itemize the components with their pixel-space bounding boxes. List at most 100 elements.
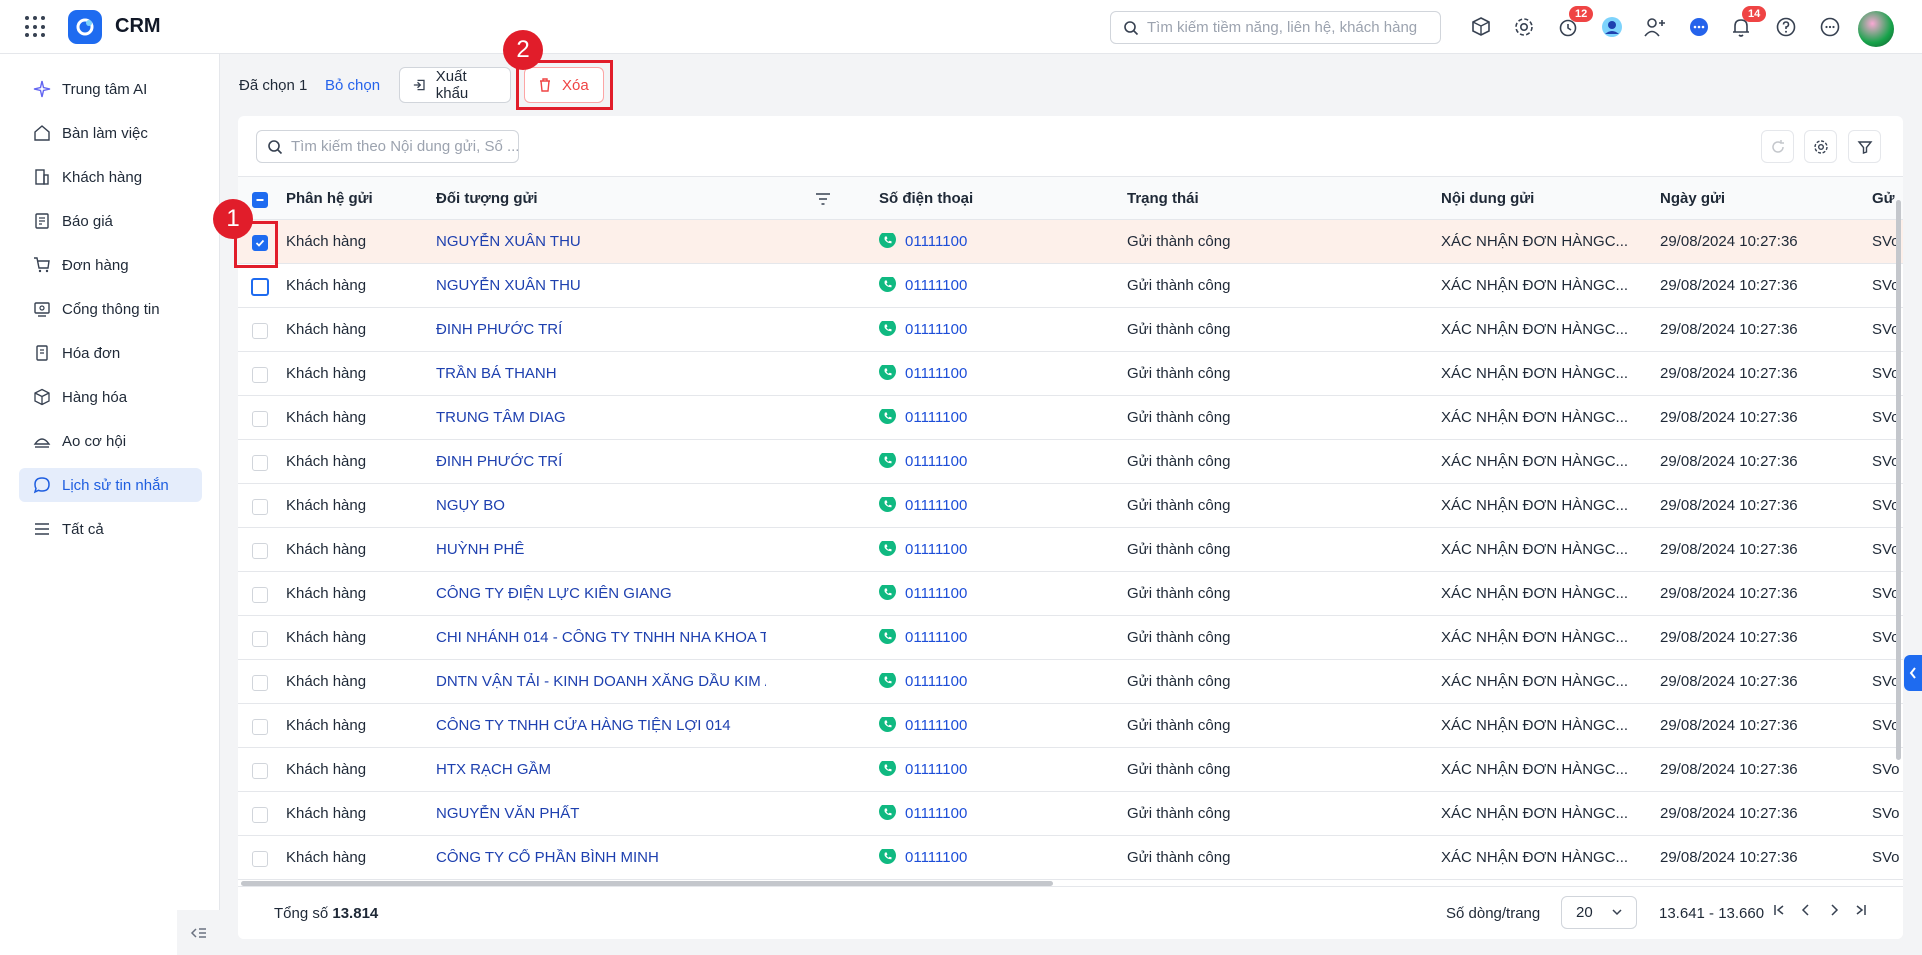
refresh-icon[interactable] — [1761, 130, 1794, 163]
phone-call-icon[interactable] — [879, 233, 896, 248]
phone-number[interactable]: 01111100 — [905, 409, 967, 426]
cell-target[interactable]: CÔNG TY TNHH CỬA HÀNG TIỆN LỢI 014 — [436, 717, 766, 734]
cell-target[interactable]: TRẦN BÁ THANH — [436, 365, 766, 382]
sidebar-item-opportunities[interactable]: Ao cơ hội — [19, 424, 202, 458]
sidebar-item-all[interactable]: Tất cả — [19, 512, 202, 546]
cell-target[interactable]: CÔNG TY ĐIỆN LỰC KIÊN GIANG — [436, 585, 766, 602]
table-search-input[interactable]: Tìm kiếm theo Nội dung gửi, Số ... — [256, 130, 519, 163]
previous-page-icon[interactable] — [1799, 903, 1813, 922]
phone-number[interactable]: 01111100 — [905, 365, 967, 382]
cell-target[interactable]: HUỲNH PHÊ — [436, 541, 766, 558]
sidebar-item-portal[interactable]: Cổng thông tin — [19, 292, 202, 326]
cell-target[interactable]: DNTN VẬN TẢI - KINH DOANH XĂNG DẦU KIM Á… — [436, 673, 766, 690]
table-row[interactable]: Khách hàng CÔNG TY CỔ PHẦN BÌNH MINH 01111… — [238, 836, 1903, 880]
more-options-icon[interactable] — [1817, 14, 1843, 40]
expand-panel-icon[interactable] — [1904, 655, 1922, 691]
phone-number[interactable]: 01111100 — [905, 717, 967, 734]
table-row[interactable]: Khách hàng ĐINH PHƯỚC TRÍ 01111100 Gửi thàn… — [238, 308, 1903, 352]
phone-call-icon[interactable] — [879, 673, 896, 688]
phone-call-icon[interactable] — [879, 409, 896, 424]
cell-target[interactable]: TRUNG TÂM DIAG — [436, 409, 766, 426]
phone-call-icon[interactable] — [879, 497, 896, 512]
cell-phone[interactable]: 01111100 — [879, 277, 967, 294]
row-checkbox[interactable] — [252, 763, 268, 779]
cell-phone[interactable]: 01111100 — [879, 673, 967, 690]
phone-call-icon[interactable] — [879, 277, 896, 292]
phone-call-icon[interactable] — [879, 365, 896, 380]
cell-phone[interactable]: 01111100 — [879, 453, 967, 470]
cell-target[interactable]: NGUYỄN VĂN PHẤT — [436, 805, 766, 822]
sidebar-item-message-history[interactable]: Lịch sử tin nhắn — [19, 468, 202, 502]
table-row[interactable]: Khách hàng NGUYỄN XUÂN THU 01111100 Gửi thà… — [238, 220, 1903, 264]
app-launcher-icon[interactable] — [25, 16, 47, 38]
column-date[interactable]: Ngày gửi — [1660, 190, 1725, 207]
sidebar-item-workspace[interactable]: Bàn làm việc — [19, 116, 202, 150]
phone-number[interactable]: 01111100 — [905, 497, 967, 514]
phone-call-icon[interactable] — [879, 849, 896, 864]
row-checkbox[interactable] — [252, 675, 268, 691]
phone-call-icon[interactable] — [879, 805, 896, 820]
phone-call-icon[interactable] — [879, 453, 896, 468]
user-avatar[interactable] — [1858, 11, 1894, 47]
column-sender[interactable]: Gử — [1872, 190, 1895, 207]
table-row[interactable]: Khách hàng HTX RẠCH GẦM 01111100 Gửi thành … — [238, 748, 1903, 792]
global-search-input[interactable]: Tìm kiếm tiềm năng, liên hệ, khách hàng — [1110, 11, 1441, 44]
cell-phone[interactable]: 01111100 — [879, 629, 967, 646]
phone-call-icon[interactable] — [879, 761, 896, 776]
cell-phone[interactable]: 01111100 — [879, 321, 967, 338]
row-checkbox[interactable] — [252, 367, 268, 383]
phone-number[interactable]: 01111100 — [905, 585, 967, 602]
cell-target[interactable]: ĐINH PHƯỚC TRÍ — [436, 453, 766, 470]
cell-phone[interactable]: 01111100 — [879, 365, 967, 382]
cell-phone[interactable]: 01111100 — [879, 541, 967, 558]
cell-phone[interactable]: 01111100 — [879, 233, 967, 250]
row-checkbox[interactable] — [252, 851, 268, 867]
phone-number[interactable]: 01111100 — [905, 673, 967, 690]
row-checkbox[interactable] — [252, 411, 268, 427]
row-checkbox[interactable] — [251, 278, 269, 296]
first-page-icon[interactable] — [1772, 903, 1786, 922]
cell-phone[interactable]: 01111100 — [879, 805, 967, 822]
cell-phone[interactable]: 01111100 — [879, 761, 967, 778]
phone-call-icon[interactable] — [879, 717, 896, 732]
sidebar-item-quotes[interactable]: Báo giá — [19, 204, 202, 238]
table-row[interactable]: Khách hàng CÔNG TY ĐIỆN LỰC KIÊN GIANG 011… — [238, 572, 1903, 616]
rows-per-page-select[interactable]: 20 — [1561, 896, 1637, 929]
sidebar-item-orders[interactable]: Đơn hàng — [19, 248, 202, 282]
row-checkbox[interactable] — [252, 499, 268, 515]
sidebar-item-ai-center[interactable]: Trung tâm AI — [19, 72, 202, 106]
settings-gear-icon[interactable] — [1511, 14, 1537, 40]
phone-call-icon[interactable] — [879, 541, 896, 556]
cell-target[interactable]: NGUYỄN XUÂN THU — [436, 277, 766, 294]
row-checkbox[interactable] — [252, 807, 268, 823]
deselect-link[interactable]: Bỏ chọn — [325, 77, 380, 94]
column-phone[interactable]: Số điện thoại — [879, 190, 973, 207]
phone-number[interactable]: 01111100 — [905, 277, 967, 294]
phone-call-icon[interactable] — [879, 321, 896, 336]
table-row[interactable]: Khách hàng HUỲNH PHÊ 01111100 Gửi thành côn… — [238, 528, 1903, 572]
table-row[interactable]: Khách hàng TRẦN BÁ THANH 01111100 Gửi thành… — [238, 352, 1903, 396]
phone-number[interactable]: 01111100 — [905, 453, 967, 470]
messenger-icon[interactable] — [1686, 14, 1712, 40]
phone-number[interactable]: 01111100 — [905, 321, 967, 338]
table-row[interactable]: Khách hàng CHI NHÁNH 014 - CÔNG TY TNHH N… — [238, 616, 1903, 660]
help-icon[interactable] — [1773, 14, 1799, 40]
phone-number[interactable]: 01111100 — [905, 629, 967, 646]
vertical-scrollbar[interactable] — [1896, 200, 1901, 760]
table-settings-icon[interactable] — [1804, 130, 1837, 163]
cell-target[interactable]: NGỤY BO — [436, 497, 766, 514]
collapse-sidebar-icon[interactable] — [177, 910, 220, 955]
row-checkbox[interactable] — [252, 455, 268, 471]
table-row[interactable]: Khách hàng TRUNG TÂM DIAG 01111100 Gửi thàn… — [238, 396, 1903, 440]
select-all-checkbox[interactable] — [252, 192, 268, 208]
table-row[interactable]: Khách hàng NGUYỄN XUÂN THU 01111100 Gửi thà… — [238, 264, 1903, 308]
cell-phone[interactable]: 01111100 — [879, 585, 967, 602]
row-checkbox[interactable] — [252, 631, 268, 647]
cube-search-icon[interactable] — [1468, 14, 1494, 40]
phone-number[interactable]: 01111100 — [905, 761, 967, 778]
cell-target[interactable]: HTX RẠCH GẦM — [436, 761, 766, 778]
phone-number[interactable]: 01111100 — [905, 805, 967, 822]
sidebar-item-products[interactable]: Hàng hóa — [19, 380, 202, 414]
row-checkbox[interactable] — [252, 587, 268, 603]
row-checkbox[interactable] — [252, 323, 268, 339]
